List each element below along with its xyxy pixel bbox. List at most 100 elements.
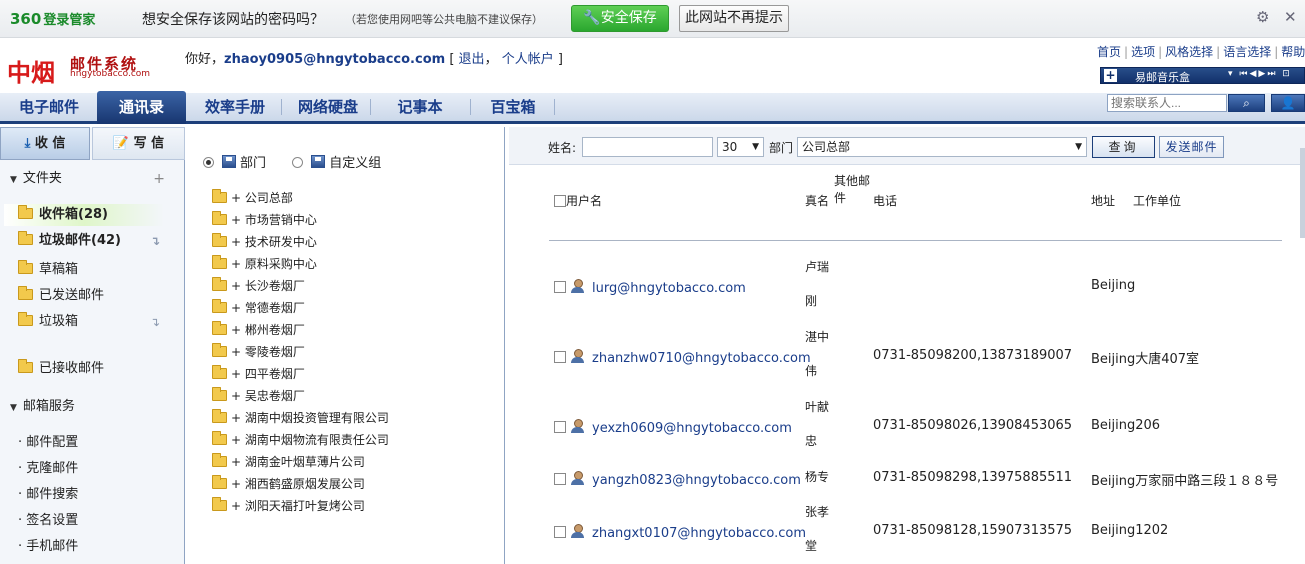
logout-link[interactable]: 退出 [459, 52, 485, 67]
contact-email[interactable]: yexzh0609@hngytobacco.com [592, 421, 792, 436]
folder-icon [212, 189, 227, 203]
name-input[interactable] [582, 137, 713, 157]
service-mobile[interactable]: · 手机邮件 [18, 536, 78, 558]
clear-icon[interactable]: ↴ [150, 230, 160, 252]
dept-item[interactable]: + 长沙卷烟厂 [212, 275, 305, 297]
dept-item[interactable]: + 湖南中烟物流有限责任公司 [212, 429, 389, 451]
logo-main: 中烟 [7, 58, 55, 87]
chevron-down-icon: ▼ [1075, 142, 1082, 152]
dept-select[interactable]: 公司总部 ▼ [797, 137, 1087, 157]
contact-email[interactable]: lurg@hngytobacco.com [592, 281, 746, 296]
search-contacts-input[interactable] [1107, 94, 1227, 112]
add-folder-icon[interactable]: + [153, 166, 165, 192]
folders-header[interactable]: ▼ 文件夹 + [0, 166, 185, 192]
tab-notepad[interactable]: 记事本 [385, 93, 455, 121]
service-signature[interactable]: · 签名设置 [18, 510, 78, 532]
dept-item[interactable]: + 吴忠卷烟厂 [212, 385, 305, 407]
plus-icon[interactable]: + [1104, 69, 1117, 82]
receive-button[interactable]: ⤓ 收 信 [0, 127, 90, 160]
chevron-down-icon: ▼ [752, 142, 759, 152]
user-icon [570, 470, 585, 485]
dept-item[interactable]: + 零陵卷烟厂 [212, 341, 305, 363]
table-row [554, 523, 585, 540]
dept-item[interactable]: + 公司总部 [212, 187, 293, 209]
row-checkbox[interactable] [554, 281, 566, 293]
dept-item[interactable]: + 湖南中烟投资管理有限公司 [212, 407, 389, 429]
contact-address: Beijing206 [1091, 418, 1161, 433]
gear-icon[interactable]: ⚙ [1256, 8, 1269, 26]
folder-icon [212, 453, 227, 467]
folder-trash[interactable]: 垃圾箱 ↴ [18, 311, 160, 333]
dept-item[interactable]: + 市场营销中心 [212, 209, 317, 231]
contact-phone: 0731-85098026,13908453065 [873, 418, 1073, 433]
tab-toolbox[interactable]: 百宝箱 [478, 93, 548, 121]
dept-item[interactable]: + 四平卷烟厂 [212, 363, 305, 385]
dept-item[interactable]: + 湘西鹤盛原烟发展公司 [212, 473, 365, 495]
contact-phone: 0731-85098298,13975885511 [873, 470, 1073, 485]
media-controls-icon[interactable]: ▾ ⏮◀▶⏭ ⊡ [1228, 69, 1292, 79]
save-password-note: （若您使用网吧等公共电脑不建议保存） [345, 13, 543, 26]
tab-contacts[interactable]: 通讯录 [97, 91, 186, 124]
link-help[interactable]: 帮助 [1281, 45, 1305, 59]
link-home[interactable]: 首页 [1097, 45, 1121, 59]
tab-netdisk[interactable]: 网络硬盘 [288, 93, 368, 121]
folder-junk[interactable]: 垃圾邮件(42) ↴ [18, 230, 160, 252]
folder-received[interactable]: 已接收邮件 [18, 358, 104, 380]
contact-email[interactable]: zhangxt0107@hngytobacco.com [592, 526, 806, 541]
scrollbar[interactable] [1300, 148, 1305, 238]
dept-item[interactable]: + 常德卷烟厂 [212, 297, 305, 319]
folder-icon [212, 255, 227, 269]
name-label: 姓名: [548, 141, 577, 155]
dept-item[interactable]: + 浏阳天福打叶复烤公司 [212, 495, 365, 517]
disk-icon [311, 155, 326, 168]
contact-address: Beijing [1091, 278, 1136, 293]
greeting: 你好，zhaoy0905@hngytobacco.com [ 退出， 个人帐户 … [185, 52, 563, 67]
services-header[interactable]: ▼ 邮箱服务 [0, 394, 185, 420]
select-all-checkbox[interactable] [554, 195, 566, 207]
folder-drafts[interactable]: 草稿箱 [18, 259, 78, 281]
tab-email[interactable]: 电子邮件 [10, 93, 88, 121]
account-link[interactable]: 个人帐户 [502, 52, 554, 67]
table-row [554, 348, 585, 365]
link-language[interactable]: 语言选择 [1223, 45, 1271, 59]
table-header-work: 工作单位 [1133, 194, 1182, 208]
radio-department[interactable] [203, 157, 214, 168]
page-size-select[interactable]: 30 ▼ [717, 137, 764, 157]
music-box[interactable]: + 易邮音乐盒 ▾ ⏮◀▶⏭ ⊡ [1100, 67, 1305, 84]
search-icon[interactable]: ⌕ [1228, 94, 1265, 112]
safe-save-button[interactable]: 🔧安全保存 [571, 5, 669, 32]
row-checkbox[interactable] [554, 421, 566, 433]
dept-item[interactable]: + 原料采购中心 [212, 253, 317, 275]
folder-inbox[interactable]: 收件箱(28) [18, 204, 108, 226]
user-icon [570, 278, 585, 293]
folder-sent[interactable]: 已发送邮件 [18, 285, 104, 307]
dept-item[interactable]: + 技术研发中心 [212, 231, 317, 253]
user-email: zhaoy0905@hngytobacco.com [224, 52, 446, 67]
radio-custom-group[interactable] [292, 157, 304, 168]
save-password-question: 想安全保存该网站的密码吗？ [142, 12, 324, 28]
folder-icon [212, 497, 227, 511]
contact-email[interactable]: zhanzhw0710@hngytobacco.com [592, 351, 811, 366]
row-checkbox[interactable] [554, 351, 566, 363]
tab-handbook[interactable]: 效率手册 [195, 93, 275, 121]
folder-icon [212, 431, 227, 445]
dept-item[interactable]: + 郴州卷烟厂 [212, 319, 305, 341]
service-search[interactable]: · 邮件搜索 [18, 484, 78, 506]
service-clone[interactable]: · 克隆邮件 [18, 458, 78, 480]
contacts-icon[interactable]: 👤 [1271, 94, 1305, 112]
never-remind-button[interactable]: 此网站不再提示 [679, 5, 789, 32]
folder-icon [212, 365, 227, 379]
write-button[interactable]: 📝 写 信 [92, 127, 185, 160]
contact-email[interactable]: yangzh0823@hngytobacco.com [592, 473, 801, 488]
dept-item[interactable]: + 湖南金叶烟草薄片公司 [212, 451, 365, 473]
link-style[interactable]: 风格选择 [1165, 45, 1213, 59]
clear-icon[interactable]: ↴ [150, 311, 160, 333]
close-icon[interactable]: ✕ [1284, 8, 1297, 26]
row-checkbox[interactable] [554, 526, 566, 538]
row-checkbox[interactable] [554, 473, 566, 485]
contact-name: 湛中伟 [805, 330, 830, 378]
link-options[interactable]: 选项 [1131, 45, 1155, 59]
send-mail-button[interactable]: 发送邮件 [1159, 136, 1224, 158]
query-button[interactable]: 查询 [1092, 136, 1155, 158]
service-config[interactable]: · 邮件配置 [18, 432, 78, 454]
